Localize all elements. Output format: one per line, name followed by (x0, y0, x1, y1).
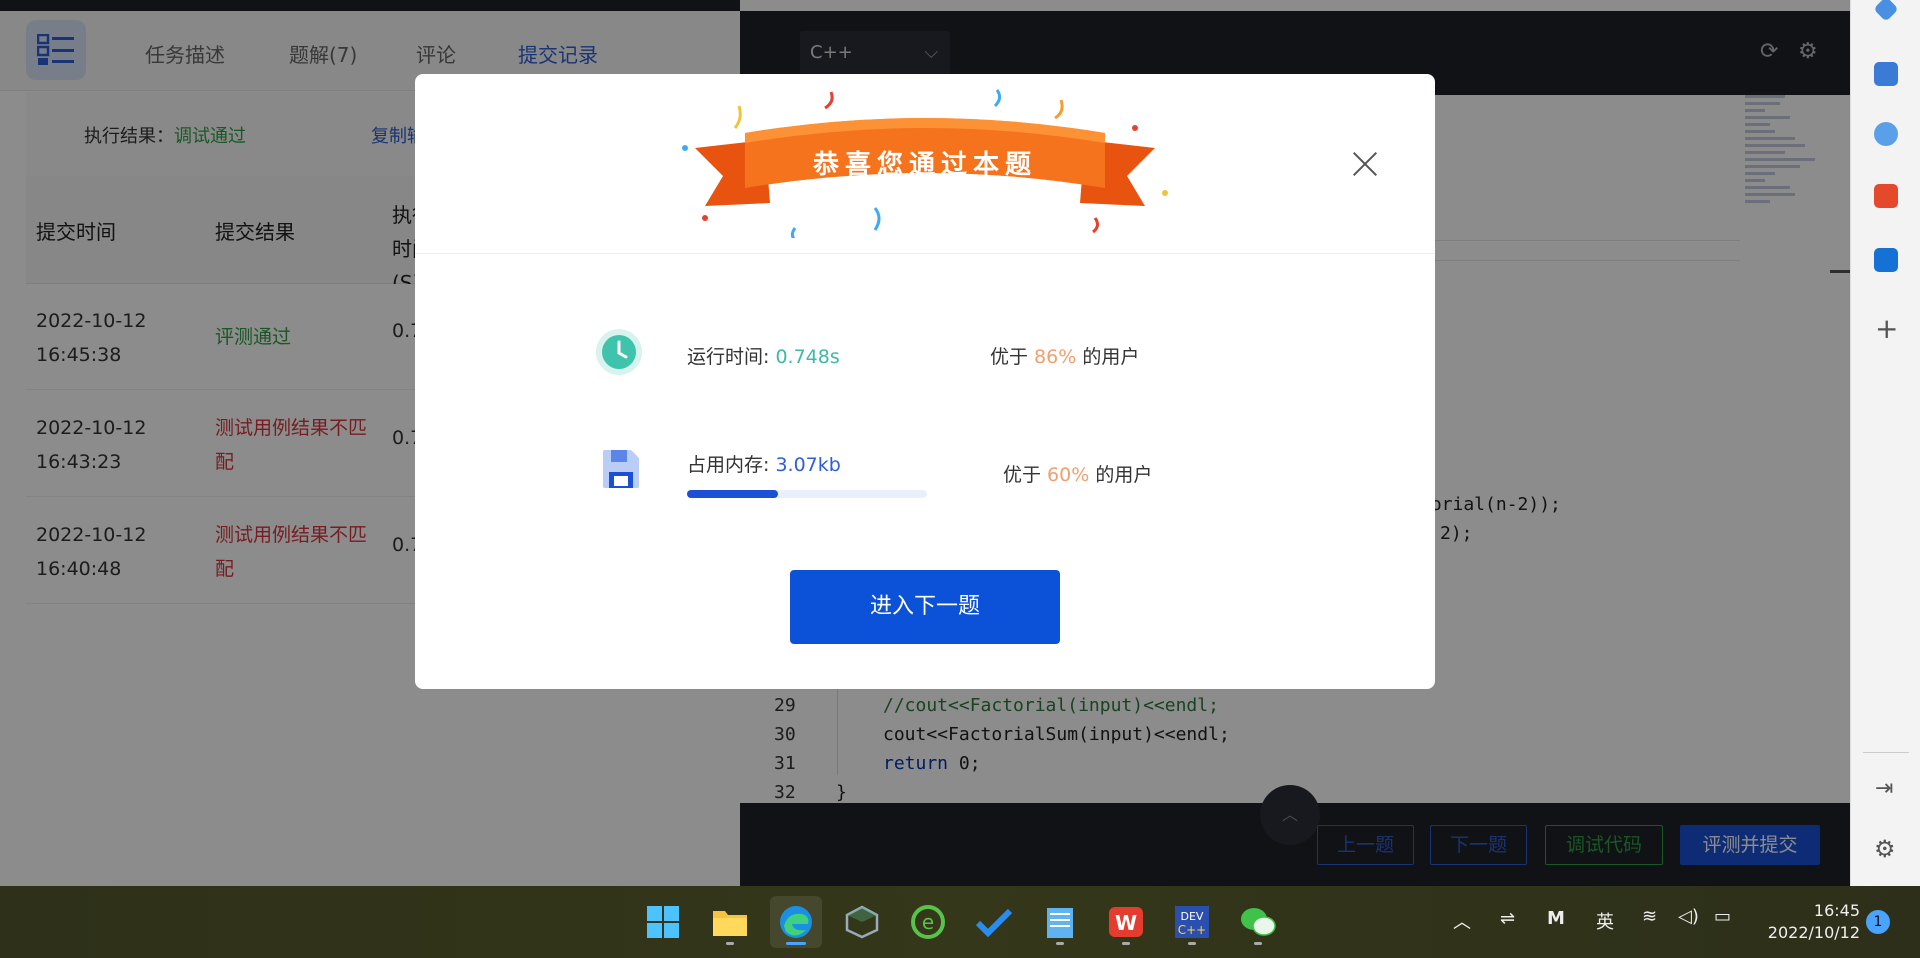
todo-button[interactable] (968, 896, 1020, 948)
runtime-row: 运行时间: 0.748s 优于 86% 的用户 (415, 329, 1435, 392)
divider (1863, 752, 1909, 753)
taskbar: e W DEV C++ ︿ ⇌ M 英 ≋ ◁) ▭ 16:45 2022/10/… (0, 886, 1920, 958)
start-button[interactable] (637, 896, 689, 948)
exit-sidebar-icon[interactable]: ⇥ (1875, 776, 1893, 801)
next-problem-button[interactable]: 进入下一题 (790, 570, 1060, 644)
folder-icon (713, 911, 747, 936)
memory-better: 优于 60% 的用户 (1003, 464, 1153, 486)
wechat-button[interactable] (1232, 896, 1284, 948)
tag-icon[interactable] (1873, 0, 1899, 22)
wps-icon: W (1109, 907, 1143, 937)
edge-button[interactable] (770, 896, 822, 948)
runtime-value: 0.748s (775, 346, 840, 368)
notepad-button[interactable] (1034, 896, 1086, 948)
checkmark-icon (976, 908, 1012, 937)
svg-text:C++: C++ (1178, 923, 1207, 937)
notepad-icon (1047, 908, 1073, 938)
success-modal: 恭喜您通过本题 运行时间: 0.748s 优于 86% 的用户 占用内存: 3.… (415, 74, 1435, 689)
add-icon[interactable]: + (1875, 312, 1898, 345)
chevron-up-icon[interactable]: ︿ (1453, 908, 1471, 934)
app-indicator (1188, 942, 1196, 945)
memory-progress-fill (687, 490, 779, 498)
edge-icon (780, 906, 812, 938)
svg-text:DEV: DEV (1181, 910, 1204, 923)
sliders-icon[interactable]: ⇌ (1500, 908, 1515, 929)
app-indicator (1122, 942, 1130, 945)
virtualbox-button[interactable] (836, 896, 888, 948)
browser-sidebar: + ⇥ ⚙ (1850, 0, 1920, 886)
app-indicator (1254, 942, 1262, 945)
clock-date: 2022/10/12 (1767, 923, 1860, 942)
memory-progress (687, 490, 927, 498)
file-explorer-button[interactable] (704, 896, 756, 948)
windows-icon (647, 906, 679, 938)
svg-text:e: e (922, 910, 934, 934)
outlook-icon[interactable] (1874, 248, 1898, 272)
people-icon[interactable] (1874, 122, 1898, 146)
svg-text:W: W (1115, 911, 1137, 935)
settings-icon[interactable]: ⚙ (1874, 835, 1896, 863)
clock-time: 16:45 (1813, 901, 1860, 920)
wechat-icon (1241, 908, 1276, 936)
runtime-better: 优于 86% 的用户 (990, 346, 1140, 368)
ime-language[interactable]: 英 (1596, 908, 1614, 934)
toolbox-icon[interactable] (1874, 62, 1898, 86)
memory-label: 占用内存: 3.07kb (687, 454, 841, 476)
devcpp-icon: DEVC++ (1175, 906, 1209, 938)
wps-button[interactable]: W (1100, 896, 1152, 948)
modal-header: 恭喜您通过本题 (415, 74, 1435, 254)
memory-row: 占用内存: 3.07kb 优于 60% 的用户 (415, 450, 1435, 510)
close-icon[interactable] (1345, 144, 1385, 184)
wifi-icon[interactable]: ≋ (1642, 906, 1657, 927)
devcpp-button[interactable]: DEV C++ (1166, 896, 1218, 948)
volume-icon[interactable]: ◁) (1678, 906, 1699, 927)
memory-value: 3.07kb (775, 454, 841, 476)
congrats-banner: 恭喜您通过本题 (682, 89, 1168, 238)
app-indicator (726, 942, 734, 945)
ime-mode-icon[interactable]: M (1547, 908, 1565, 929)
runtime-label: 运行时间: 0.748s (687, 346, 840, 368)
app-indicator (786, 942, 806, 945)
green-e-icon: e (911, 905, 945, 939)
office-icon[interactable] (1874, 184, 1898, 208)
notification-badge[interactable]: 1 (1866, 910, 1890, 934)
battery-icon[interactable]: ▭ (1714, 906, 1731, 927)
browser-green-button[interactable]: e (902, 896, 954, 948)
banner-text: 恭喜您通过本题 (812, 149, 1037, 180)
cube-icon (845, 905, 879, 939)
app-indicator (1056, 942, 1064, 945)
clock-icon (596, 329, 642, 375)
clock[interactable]: 16:45 2022/10/12 (1760, 900, 1860, 944)
floppy-disk-icon (603, 450, 639, 488)
